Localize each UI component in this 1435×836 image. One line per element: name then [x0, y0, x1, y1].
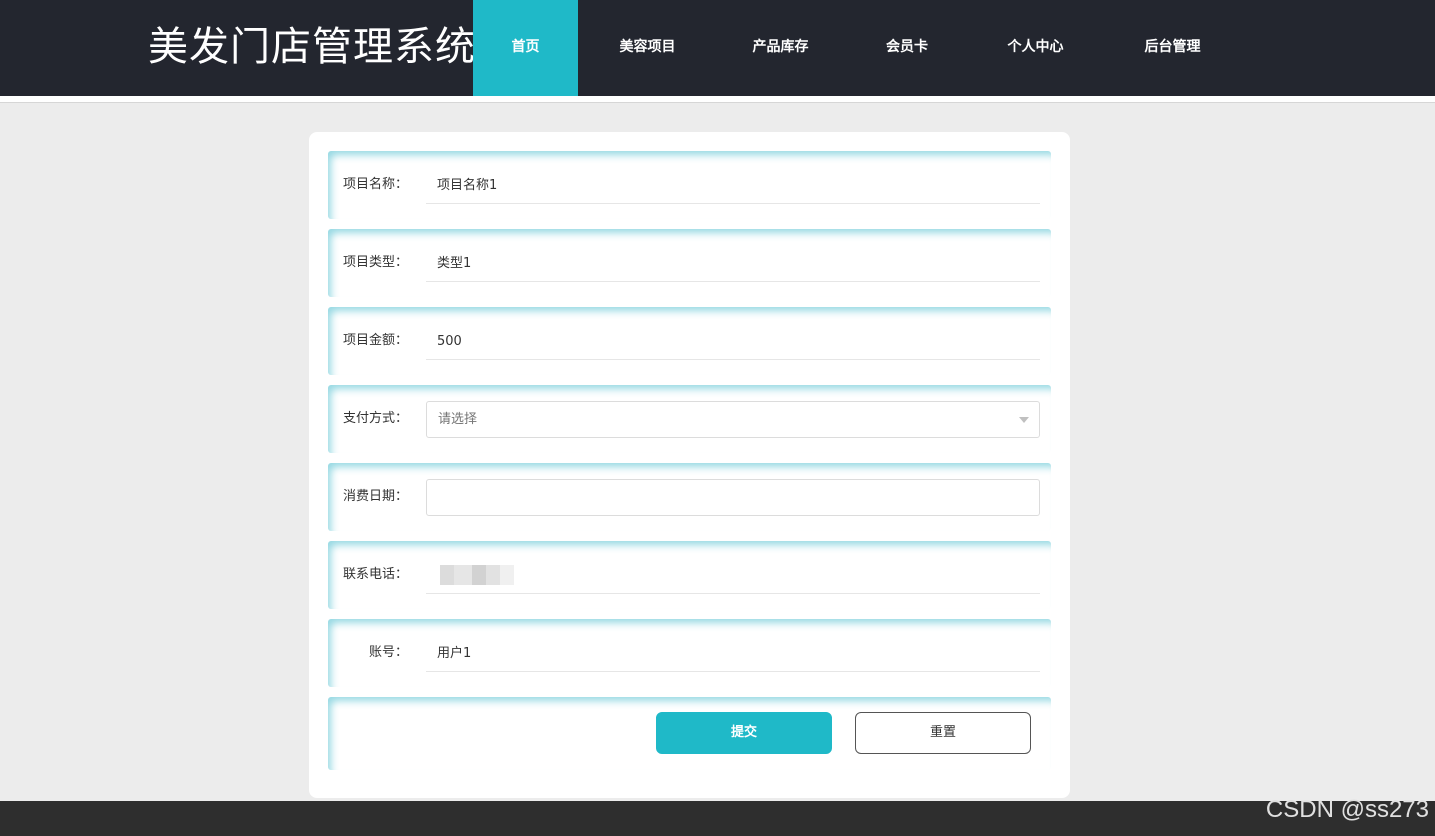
project-name-field[interactable]: 项目名称1: [426, 167, 1040, 204]
form-row-project-name: 项目名称： 项目名称1: [328, 151, 1051, 219]
form-row-payment-method: 支付方式： 请选择: [328, 385, 1051, 453]
top-navigation-bar: 美发门店管理系统 首页 美容项目 产品库存 会员卡 个人中心 后台管理: [0, 0, 1435, 96]
nav-item-admin[interactable]: 后台管理: [1125, 0, 1220, 96]
nav-item-personal-center[interactable]: 个人中心: [988, 0, 1083, 96]
project-name-label: 项目名称：: [342, 177, 408, 192]
redacted-block: [500, 565, 514, 585]
account-label: 账号：: [368, 645, 408, 660]
header-divider: [0, 96, 1435, 103]
form-row-project-type: 项目类型： 类型1: [328, 229, 1051, 297]
watermark: CSDN @ss273: [1265, 796, 1429, 823]
form-row-project-amount: 项目金额： 500: [328, 307, 1051, 375]
payment-method-placeholder: 请选择: [438, 412, 478, 427]
phone-field[interactable]: [426, 557, 1040, 594]
payment-method-select[interactable]: 请选择: [426, 401, 1040, 438]
redacted-block: [440, 565, 454, 585]
payment-method-label: 支付方式：: [342, 411, 408, 426]
project-type-field[interactable]: 类型1: [426, 245, 1040, 282]
footer-bar: [0, 801, 1435, 836]
redacted-block: [454, 565, 472, 585]
consumption-date-input[interactable]: [426, 479, 1040, 516]
project-type-label: 项目类型：: [342, 255, 408, 270]
submit-button[interactable]: 提交: [656, 712, 832, 754]
consumption-date-label: 消费日期：: [342, 489, 408, 504]
form-row-consumption-date: 消费日期：: [328, 463, 1051, 531]
form-actions-row: 提交 重置: [328, 697, 1051, 770]
chevron-down-icon: [1019, 417, 1029, 423]
form-row-phone: 联系电话：: [328, 541, 1051, 609]
project-amount-field[interactable]: 500: [426, 323, 1040, 360]
site-title: 美发门店管理系统: [148, 24, 476, 70]
nav-item-home[interactable]: 首页: [473, 0, 578, 96]
phone-label: 联系电话：: [342, 567, 408, 582]
reset-button[interactable]: 重置: [855, 712, 1031, 754]
nav-item-product-inventory[interactable]: 产品库存: [733, 0, 828, 96]
redacted-block: [472, 565, 486, 585]
nav-item-membership-card[interactable]: 会员卡: [866, 0, 948, 96]
account-field[interactable]: 用户1: [426, 635, 1040, 672]
project-amount-label: 项目金额：: [342, 333, 408, 348]
redacted-block: [486, 565, 500, 585]
nav-item-beauty-projects[interactable]: 美容项目: [600, 0, 695, 96]
form-row-account: 账号： 用户1: [328, 619, 1051, 687]
